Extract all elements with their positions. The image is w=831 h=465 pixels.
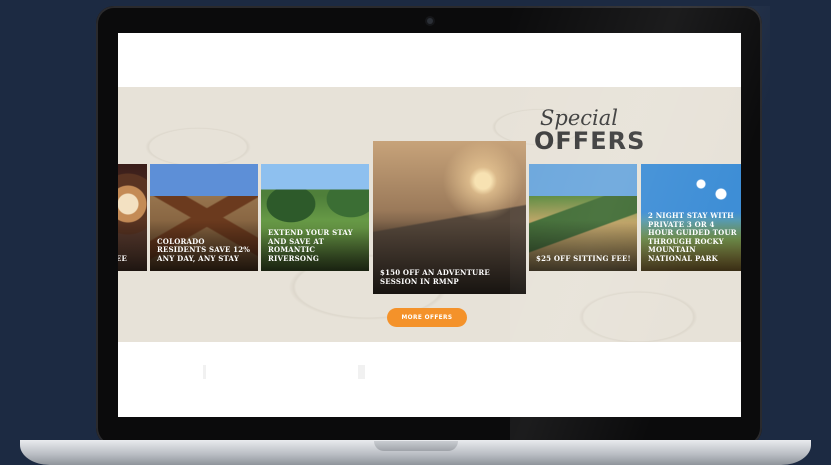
- offer-caption: 2 NIGHT STAY WITH PRIVATE 3 OR 4 HOUR GU…: [648, 211, 737, 263]
- placeholder-mark: [203, 365, 206, 379]
- more-offers-button[interactable]: MORE OFFERS: [387, 308, 467, 327]
- special-script-text: Special: [540, 106, 618, 130]
- camera-icon: [427, 18, 433, 24]
- offer-card-featured[interactable]: $150 OFF AN ADVENTURE SESSION IN RMNP: [373, 141, 526, 294]
- placeholder-mark: [358, 365, 365, 379]
- special-offers-heading: Special OFFERS: [534, 107, 674, 153]
- offer-card[interactable]: $25 OFF SITTING FEE!: [529, 164, 637, 271]
- offer-card[interactable]: EXTEND YOUR STAY AND SAVE AT ROMANTIC RI…: [261, 164, 369, 271]
- offer-card[interactable]: 2 NIGHT STAY WITH PRIVATE 3 OR 4 HOUR GU…: [641, 164, 741, 271]
- offer-caption: $150 OFF AN ADVENTURE SESSION IN RMNP: [380, 268, 490, 286]
- website-screen: Special OFFERS EE COLORADO RESIDENTS SAV…: [118, 33, 741, 417]
- offer-caption: $25 OFF SITTING FEE!: [536, 253, 631, 263]
- laptop-notch: [374, 441, 458, 451]
- offer-card[interactable]: EE: [118, 164, 147, 271]
- offer-caption: EXTEND YOUR STAY AND SAVE AT ROMANTIC RI…: [268, 228, 353, 263]
- offers-heading-text: OFFERS: [534, 127, 646, 155]
- offer-caption: COLORADO RESIDENTS SAVE 12% ANY DAY, ANY…: [157, 236, 251, 263]
- offer-caption: EE: [118, 253, 128, 263]
- offer-card[interactable]: COLORADO RESIDENTS SAVE 12% ANY DAY, ANY…: [150, 164, 258, 271]
